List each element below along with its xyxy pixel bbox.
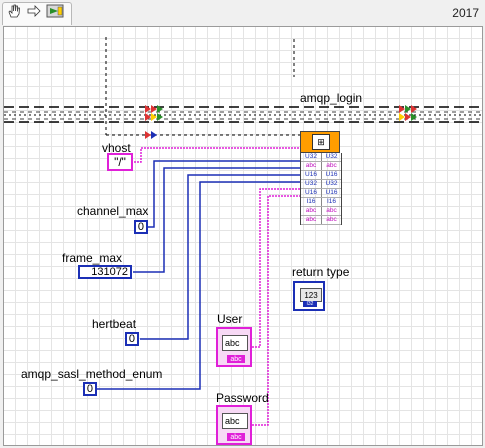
- user-inner: abc: [222, 335, 248, 351]
- heartbeat-label: hertbeat: [92, 317, 137, 331]
- return-type-tail: I32: [303, 301, 317, 307]
- amqp-login-subvi[interactable]: ⊞: [300, 131, 340, 153]
- heartbeat-control[interactable]: 0: [125, 332, 139, 346]
- return-type-label: return type: [292, 265, 350, 279]
- subvi-terminal-left: U32: [305, 153, 317, 160]
- subvi-glyph-icon: ⊞: [312, 134, 330, 150]
- subvi-terminal-table: U32 U32 abc abc U16 U16 U32 U32 U16 U16 I16 I16 abc a…: [300, 153, 342, 225]
- subvi-label: amqp_login: [300, 91, 363, 105]
- vhost-constant[interactable]: "/": [107, 153, 133, 171]
- subvi-terminal-row[interactable]: U16 U16: [301, 189, 341, 198]
- return-type-inner: 123: [300, 288, 322, 302]
- password-inner: abc: [222, 413, 248, 429]
- password-control[interactable]: abc abc: [216, 405, 252, 445]
- subvi-terminal-right: U16: [321, 171, 341, 179]
- subvi-terminal-row[interactable]: U32 U32: [301, 153, 341, 162]
- user-label: User: [217, 312, 243, 326]
- arrow-right-icon[interactable]: [25, 2, 43, 20]
- password-tail: abc: [227, 433, 245, 441]
- subvi-terminal-right: abc: [321, 207, 341, 215]
- channel-max-control[interactable]: 0: [134, 220, 148, 234]
- run-arrow-icon[interactable]: [46, 2, 64, 20]
- subvi-terminal-row[interactable]: U16 U16: [301, 171, 341, 180]
- subvi-terminal-right: U16: [321, 189, 341, 197]
- subvi-terminal-right: U32: [321, 153, 341, 161]
- wires-layer: [4, 37, 482, 426]
- subvi-terminal-row[interactable]: U32 U32: [301, 180, 341, 189]
- user-control[interactable]: abc abc: [216, 327, 252, 367]
- subvi-terminal-left: U16: [305, 171, 317, 178]
- version-label: 2017: [452, 6, 479, 20]
- subvi-terminal-left: abc: [305, 207, 317, 214]
- subvi-terminal-right: abc: [321, 162, 341, 170]
- subvi-terminal-right: I16: [321, 198, 341, 206]
- user-tail: abc: [227, 355, 245, 363]
- frame-max-control[interactable]: 131072: [78, 265, 132, 279]
- subvi-terminal-row[interactable]: I16 I16: [301, 198, 341, 207]
- frame-max-label: frame_max: [62, 251, 123, 265]
- subvi-terminal-left: abc: [305, 162, 317, 169]
- password-label: Password: [216, 391, 269, 405]
- subvi-terminal-row[interactable]: abc abc: [301, 216, 341, 225]
- sasl-method-control[interactable]: 0: [83, 382, 97, 396]
- subvi-terminal-row[interactable]: abc abc: [301, 162, 341, 171]
- hand-icon[interactable]: [5, 2, 23, 20]
- subvi-terminal-right: U32: [321, 180, 341, 188]
- block-diagram[interactable]: amqp_login ⊞ U32 U32 abc abc U16 U16 U32 U32 U16…: [3, 26, 483, 446]
- subvi-terminal-left: U32: [305, 180, 317, 187]
- sasl-method-label: amqp_sasl_method_enum: [21, 367, 163, 381]
- subvi-terminal-left: I16: [306, 198, 316, 205]
- subvi-terminal-left: U16: [305, 189, 317, 196]
- toolbar: 2017: [0, 0, 485, 26]
- error-node-right: [399, 105, 417, 121]
- subvi-terminal-left: abc: [305, 216, 317, 223]
- channel-max-label: channel_max: [77, 204, 149, 218]
- subvi-terminal-right: abc: [321, 216, 341, 224]
- return-type-constant[interactable]: 123 I32: [293, 281, 325, 311]
- subvi-terminal-row[interactable]: abc abc: [301, 207, 341, 216]
